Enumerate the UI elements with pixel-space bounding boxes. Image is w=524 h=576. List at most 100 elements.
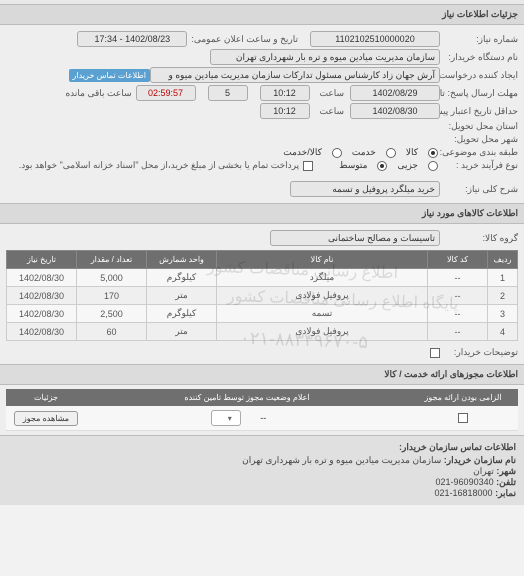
radio-service[interactable] bbox=[386, 148, 396, 158]
label-announce-dt: تاریخ و ساعت اعلان عمومی: bbox=[187, 34, 298, 45]
field-requester: آرش جهان زاد کارشناس مسئول تدارکات سازما… bbox=[150, 67, 440, 83]
cell-date: 1402/08/30 bbox=[7, 323, 77, 341]
radio-medium[interactable] bbox=[377, 161, 387, 171]
cell-row: 4 bbox=[488, 323, 518, 341]
th-name: نام کالا bbox=[217, 251, 428, 269]
cell-date: 1402/08/30 bbox=[7, 269, 77, 287]
perm-th-details: جزئیات bbox=[6, 389, 86, 406]
cell-unit: متر bbox=[147, 323, 217, 341]
label-payment-desc: پرداخت تمام یا بخشی از مبلغ خرید،از محل … bbox=[15, 160, 299, 171]
label-delivery-city: شهر محل تحویل: bbox=[440, 134, 518, 145]
contact-title: اطلاعات تماس سازمان خریدار: bbox=[8, 442, 516, 453]
perm-th-status: اعلام وضعیت مجوز توسط تامین کننده bbox=[86, 389, 408, 406]
table-row: 3--تسمهکیلوگرم2,5001402/08/30 bbox=[7, 305, 518, 323]
perm-row: -- مشاهده مجوز bbox=[6, 406, 518, 431]
label-budget-class: طبقه بندی موضوعی: bbox=[440, 147, 518, 158]
label-buyer-notes: توضیحات خریدار: bbox=[440, 347, 518, 358]
field-ans-time: 10:12 bbox=[260, 85, 310, 101]
cell-code: -- bbox=[428, 269, 488, 287]
field-buyer-org: سازمان مدیریت میادین میوه و تره بار شهرد… bbox=[210, 49, 440, 65]
contact-tel-val: 96090340-021 bbox=[436, 477, 494, 487]
field-need-title: خرید میلگرد پروفیل و تسمه bbox=[290, 181, 440, 197]
contact-tel-label: تلفن: bbox=[496, 477, 516, 487]
cell-name: پروفیل فولادی bbox=[217, 323, 428, 341]
label-requester: ایجاد کننده درخواست: bbox=[440, 70, 518, 81]
radio-goods[interactable] bbox=[428, 148, 438, 158]
contact-fax-val: 16818000-021 bbox=[434, 488, 492, 498]
radio-goods-label: کالا bbox=[406, 147, 418, 158]
cell-unit: کیلوگرم bbox=[147, 305, 217, 323]
perm-status-val: -- bbox=[243, 413, 283, 423]
field-ans-days: 5 bbox=[208, 85, 248, 101]
table-row: 2--پروفیل فولادیمتر1701402/08/30 bbox=[7, 287, 518, 305]
table-row: 4--پروفیل فولادیمتر601402/08/30 bbox=[7, 323, 518, 341]
field-need-no: 1102102510000020 bbox=[310, 31, 440, 47]
label-ans-time: ساعت bbox=[316, 88, 345, 99]
cell-qty: 60 bbox=[77, 323, 147, 341]
label-payment-type: نوع فرآیند خرید : bbox=[440, 160, 518, 171]
permits-table: الزامی بودن ارائه مجوز اعلام وضعیت مجوز … bbox=[6, 389, 518, 431]
radio-group-payment: جزیی متوسط bbox=[331, 160, 440, 171]
field-credit-time: 10:12 bbox=[260, 103, 310, 119]
cell-qty: 170 bbox=[77, 287, 147, 305]
label-need-title: شرح کلی نیاز: bbox=[440, 184, 518, 195]
cell-unit: کیلوگرم bbox=[147, 269, 217, 287]
perm-mandatory-checkbox[interactable] bbox=[458, 413, 468, 423]
label-delivery-prov: استان محل تحویل: bbox=[440, 121, 518, 132]
contact-fax-label: نمابر: bbox=[495, 488, 516, 498]
cell-date: 1402/08/30 bbox=[7, 305, 77, 323]
field-ans-date: 1402/08/29 bbox=[350, 85, 440, 101]
label-need-no: شماره نیاز: bbox=[440, 34, 518, 45]
cell-code: -- bbox=[428, 287, 488, 305]
table-row: 1--میلگردکیلوگرم5,0001402/08/30 bbox=[7, 269, 518, 287]
checkbox-treasury[interactable] bbox=[303, 161, 313, 171]
th-date: تاریخ نیاز bbox=[7, 251, 77, 269]
label-answer-deadline: مهلت ارسال پاسخ: تا تاریخ: bbox=[440, 88, 518, 99]
th-qty: تعداد / مقدار bbox=[77, 251, 147, 269]
link-contact-buyer[interactable]: اطلاعات تماس خریدار bbox=[69, 69, 150, 82]
field-announce-dt: 1402/08/23 - 17:34 bbox=[77, 31, 187, 47]
radio-group-budget: کالا خدمت کالا/خدمت bbox=[275, 147, 440, 158]
contact-prov-label: شهر: bbox=[496, 466, 516, 476]
radio-service-label: خدمت bbox=[352, 147, 376, 158]
label-buyer-org: نام دستگاه خریدار: bbox=[440, 52, 518, 63]
cell-qty: 5,000 bbox=[77, 269, 147, 287]
section-need-details: جزئیات اطلاعات نیاز bbox=[0, 4, 524, 25]
label-credit-deadline: حداقل تاریخ اعتبار پیشنهاد: تا تاریخ: bbox=[440, 106, 518, 117]
cell-row: 1 bbox=[488, 269, 518, 287]
perm-details-button[interactable]: مشاهده مجوز bbox=[14, 411, 78, 426]
label-remaining: ساعت باقی مانده bbox=[61, 88, 131, 99]
label-goods-group: گروه کالا: bbox=[440, 233, 518, 244]
perm-th-mandatory: الزامی بودن ارائه مجوز bbox=[408, 389, 518, 406]
radio-goods-service-label: کالا/خدمت bbox=[283, 147, 322, 158]
cell-code: -- bbox=[428, 323, 488, 341]
section-permits: اطلاعات مجوزهای ارائه خدمت / کالا bbox=[0, 364, 524, 385]
checkbox-buyer-notes[interactable] bbox=[430, 348, 440, 358]
th-row: ردیف bbox=[488, 251, 518, 269]
th-code: کد کالا bbox=[428, 251, 488, 269]
cell-name: پروفیل فولادی bbox=[217, 287, 428, 305]
cell-code: -- bbox=[428, 305, 488, 323]
th-unit: واحد شمارش bbox=[147, 251, 217, 269]
contact-footer: اطلاعات تماس سازمان خریدار: نام سازمان خ… bbox=[0, 435, 524, 505]
cell-unit: متر bbox=[147, 287, 217, 305]
contact-org-val: سازمان مدیریت میادین میوه و تره بار شهرد… bbox=[242, 455, 441, 465]
contact-prov-val: تهران bbox=[473, 466, 494, 476]
cell-name: میلگرد bbox=[217, 269, 428, 287]
radio-medium-label: متوسط bbox=[339, 160, 367, 171]
items-table: ردیف کد کالا نام کالا واحد شمارش تعداد /… bbox=[6, 250, 518, 341]
radio-small-label: جزیی bbox=[397, 160, 418, 171]
cell-qty: 2,500 bbox=[77, 305, 147, 323]
field-ans-remaining: 02:59:57 bbox=[136, 85, 196, 101]
radio-goods-service[interactable] bbox=[332, 148, 342, 158]
label-credit-time: ساعت bbox=[316, 106, 345, 117]
cell-name: تسمه bbox=[217, 305, 428, 323]
cell-row: 2 bbox=[488, 287, 518, 305]
cell-date: 1402/08/30 bbox=[7, 287, 77, 305]
cell-row: 3 bbox=[488, 305, 518, 323]
field-credit-date: 1402/08/30 bbox=[350, 103, 440, 119]
perm-status-select[interactable] bbox=[211, 410, 241, 426]
field-goods-group: تاسیسات و مصالح ساختمانی bbox=[270, 230, 440, 246]
radio-small[interactable] bbox=[428, 161, 438, 171]
section-need-items: اطلاعات کالاهای مورد نیاز bbox=[0, 203, 524, 224]
